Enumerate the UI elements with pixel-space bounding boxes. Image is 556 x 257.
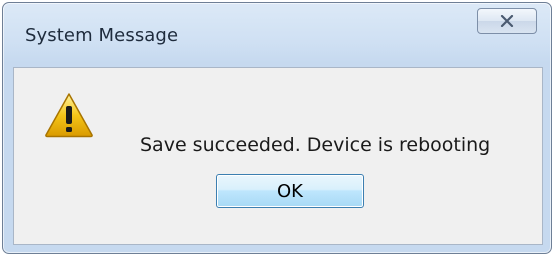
dialog-window: System Message Save succeeded. Device is… xyxy=(2,2,552,254)
close-button[interactable] xyxy=(477,8,537,34)
ok-button[interactable]: OK xyxy=(216,174,364,208)
dialog-message: Save succeeded. Device is rebooting xyxy=(140,134,491,156)
window-title: System Message xyxy=(25,25,179,46)
dialog-body: Save succeeded. Device is rebooting OK xyxy=(13,67,543,245)
title-bar[interactable]: System Message xyxy=(3,3,551,67)
warning-icon xyxy=(44,92,94,138)
close-icon xyxy=(500,15,514,27)
